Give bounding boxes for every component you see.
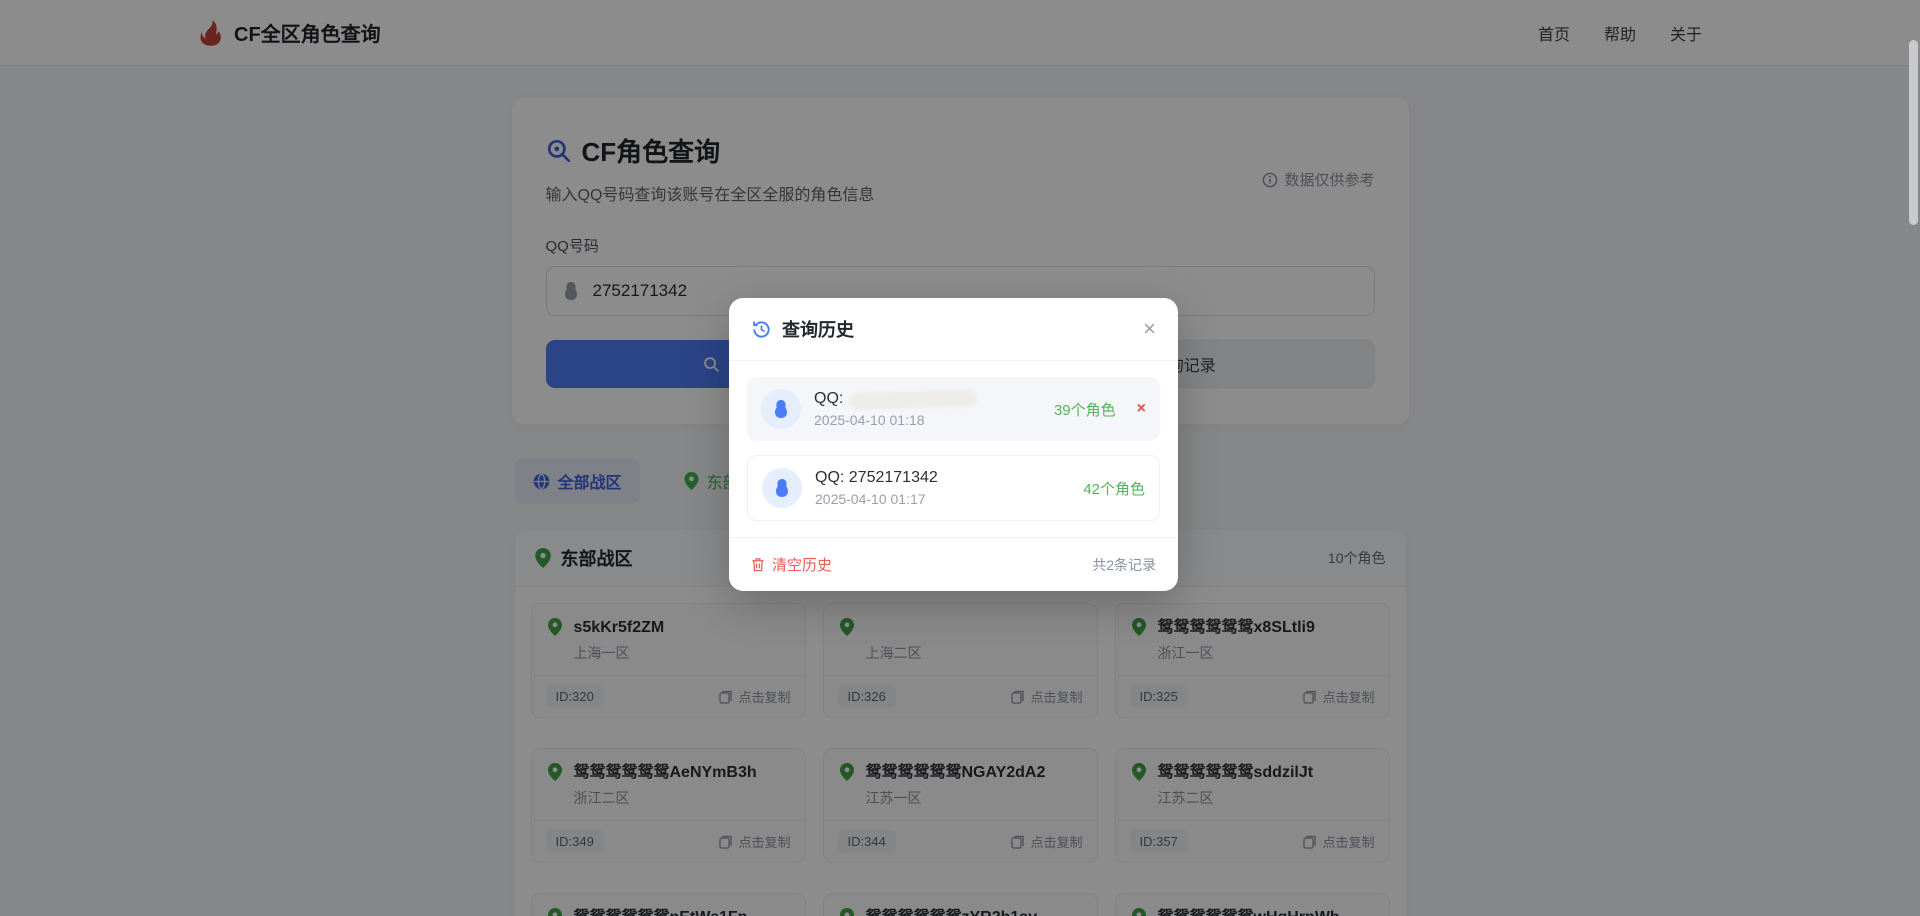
clear-history-label: 清空历史 xyxy=(772,554,832,575)
clear-history-button[interactable]: 清空历史 xyxy=(751,554,832,575)
history-clock-icon xyxy=(751,319,772,340)
modal-title: 查询历史 xyxy=(782,316,854,342)
history-item[interactable]: QQ: 2025-04-10 01:18 39个角色 × xyxy=(747,377,1160,441)
history-item[interactable]: QQ: 2752171342 2025-04-10 01:17 42个角色 xyxy=(747,455,1160,521)
role-count-badge: 39个角色 xyxy=(1054,399,1116,420)
query-history-modal: 查询历史 × QQ: 2025-04-10 01:18 39个角色 × xyxy=(729,298,1178,591)
modal-footer: 清空历史 共2条记录 xyxy=(729,537,1178,591)
role-count-badge: 42个角色 xyxy=(1083,478,1145,499)
history-timestamp: 2025-04-10 01:17 xyxy=(815,491,1070,507)
redacted-qq-number xyxy=(849,388,978,409)
total-records-label: 共2条记录 xyxy=(1092,555,1156,575)
avatar xyxy=(762,468,802,508)
scrollbar-thumb[interactable] xyxy=(1909,40,1918,225)
history-list: QQ: 2025-04-10 01:18 39个角色 × QQ: 2752171… xyxy=(729,361,1178,537)
history-timestamp: 2025-04-10 01:18 xyxy=(814,412,1041,428)
trash-icon xyxy=(751,557,765,572)
history-qq-label: QQ: 2752171342 xyxy=(815,469,1070,487)
avatar xyxy=(761,389,801,429)
close-icon[interactable]: × xyxy=(1143,318,1156,340)
modal-header: 查询历史 × xyxy=(729,298,1178,361)
history-qq-label: QQ: xyxy=(814,390,843,408)
delete-entry-icon[interactable]: × xyxy=(1137,400,1146,418)
